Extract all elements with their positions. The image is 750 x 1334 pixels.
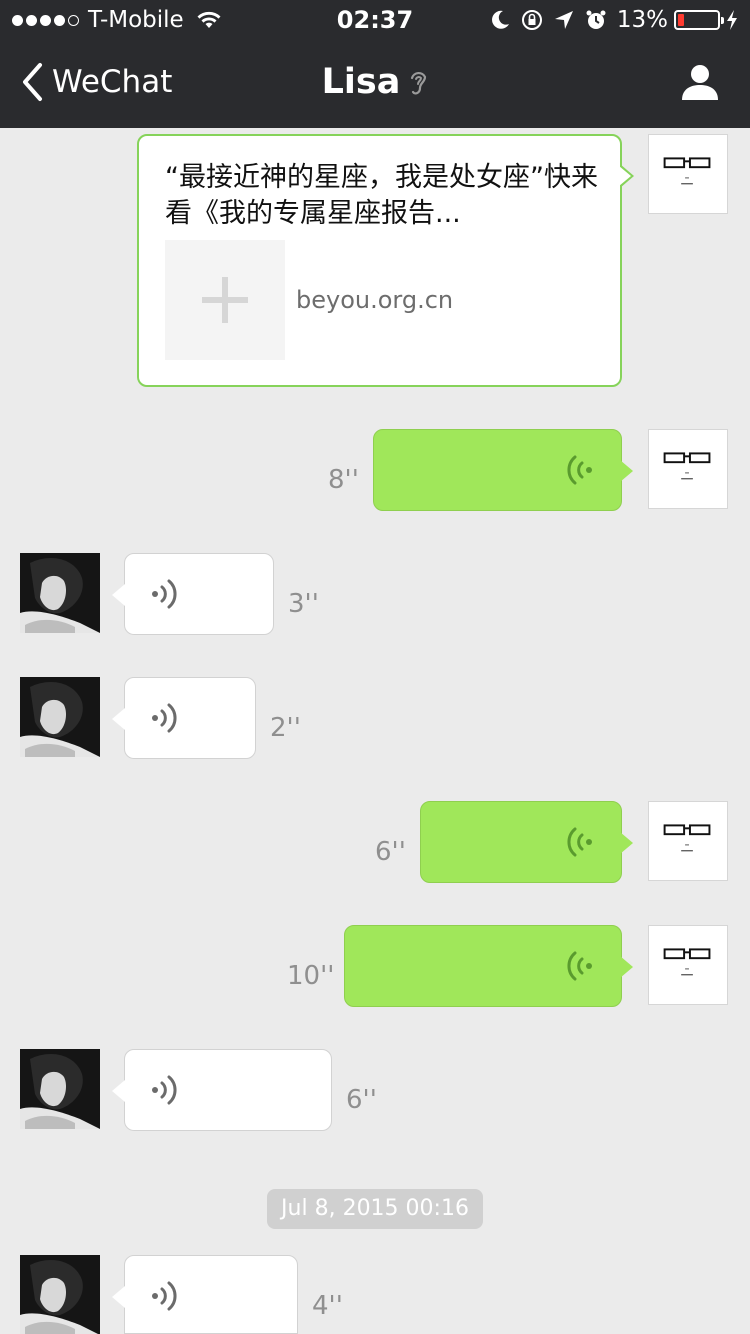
voice-duration: 8'': [328, 465, 359, 495]
link-domain: beyou.org.cn: [296, 286, 454, 314]
voice-duration: 4'': [312, 1291, 343, 1321]
battery-percent: 13%: [616, 7, 668, 33]
nav-bar: WeChat Lisa: [0, 40, 750, 128]
back-label: WeChat: [52, 64, 173, 100]
link-card-title: “最接近神的星座，我是处女座”快来看《我的专属星座报告...: [165, 162, 598, 229]
voice-message-outgoing[interactable]: [420, 801, 633, 883]
link-card[interactable]: “最接近神的星座，我是处女座”快来看《我的专属星座报告... beyou.org…: [137, 134, 634, 387]
chat-title: Lisa: [321, 62, 401, 102]
voice-message-incoming[interactable]: [112, 553, 274, 635]
back-button[interactable]: WeChat: [20, 62, 172, 102]
location-arrow-icon: [554, 11, 573, 29]
portrait-image: [20, 1049, 100, 1129]
signal-dot: [40, 14, 51, 26]
charging-bolt-icon: [727, 10, 737, 30]
battery-icon: [674, 10, 724, 30]
chevron-left-icon: [23, 63, 42, 101]
timestamp-badge: Jul 8, 2015 00:16: [267, 1189, 483, 1229]
plus-icon: [202, 277, 248, 323]
avatar[interactable]: [648, 134, 728, 214]
signal-dot: [54, 14, 65, 26]
glasses-face-image: [663, 824, 711, 852]
glasses-face-image: [663, 948, 711, 976]
voice-message-incoming[interactable]: [112, 677, 256, 759]
person-icon[interactable]: [680, 62, 720, 102]
link-thumbnail: [165, 240, 285, 360]
voice-wave-icon: [152, 1281, 177, 1311]
signal-dot: [12, 14, 23, 26]
alarm-clock-icon: [586, 10, 606, 29]
voice-duration: 6'': [346, 1085, 377, 1115]
moon-icon: [491, 10, 509, 29]
portrait-image: [20, 677, 100, 757]
avatar[interactable]: [648, 429, 728, 509]
voice-wave-icon: [567, 455, 592, 485]
glasses-face-image: [663, 157, 711, 185]
status-bar: T-Mobile 02:37 13%: [0, 0, 750, 40]
voice-duration: 3'': [288, 589, 319, 619]
voice-wave-icon: [152, 1075, 177, 1105]
voice-wave-icon: [567, 951, 592, 981]
avatar[interactable]: [648, 801, 728, 881]
voice-message-outgoing[interactable]: [344, 925, 633, 1007]
avatar[interactable]: [20, 553, 100, 633]
header: T-Mobile 02:37 13% WeChat Lisa: [0, 0, 750, 128]
voice-wave-icon: [152, 579, 177, 609]
ear-icon: [411, 71, 427, 95]
voice-duration: 6'': [375, 837, 406, 867]
avatar[interactable]: [20, 1255, 100, 1334]
avatar[interactable]: [648, 925, 728, 1005]
voice-message-outgoing[interactable]: [373, 429, 633, 511]
signal-dot-empty: [68, 14, 79, 26]
portrait-image: [20, 553, 100, 633]
voice-message-incoming[interactable]: [112, 1255, 298, 1334]
avatar[interactable]: [20, 1049, 100, 1129]
avatar[interactable]: [20, 677, 100, 757]
portrait-image: [20, 1255, 100, 1334]
rotation-lock-icon: [521, 10, 542, 30]
carrier-label: T-Mobile: [88, 7, 184, 33]
voice-duration: 10'': [287, 961, 335, 991]
voice-message-incoming[interactable]: [112, 1049, 332, 1131]
glasses-face-image: [663, 452, 711, 480]
voice-duration: 2'': [270, 713, 301, 743]
signal-dot: [26, 14, 37, 26]
wifi-icon: [197, 11, 221, 28]
voice-wave-icon: [567, 827, 592, 857]
voice-wave-icon: [152, 703, 177, 733]
